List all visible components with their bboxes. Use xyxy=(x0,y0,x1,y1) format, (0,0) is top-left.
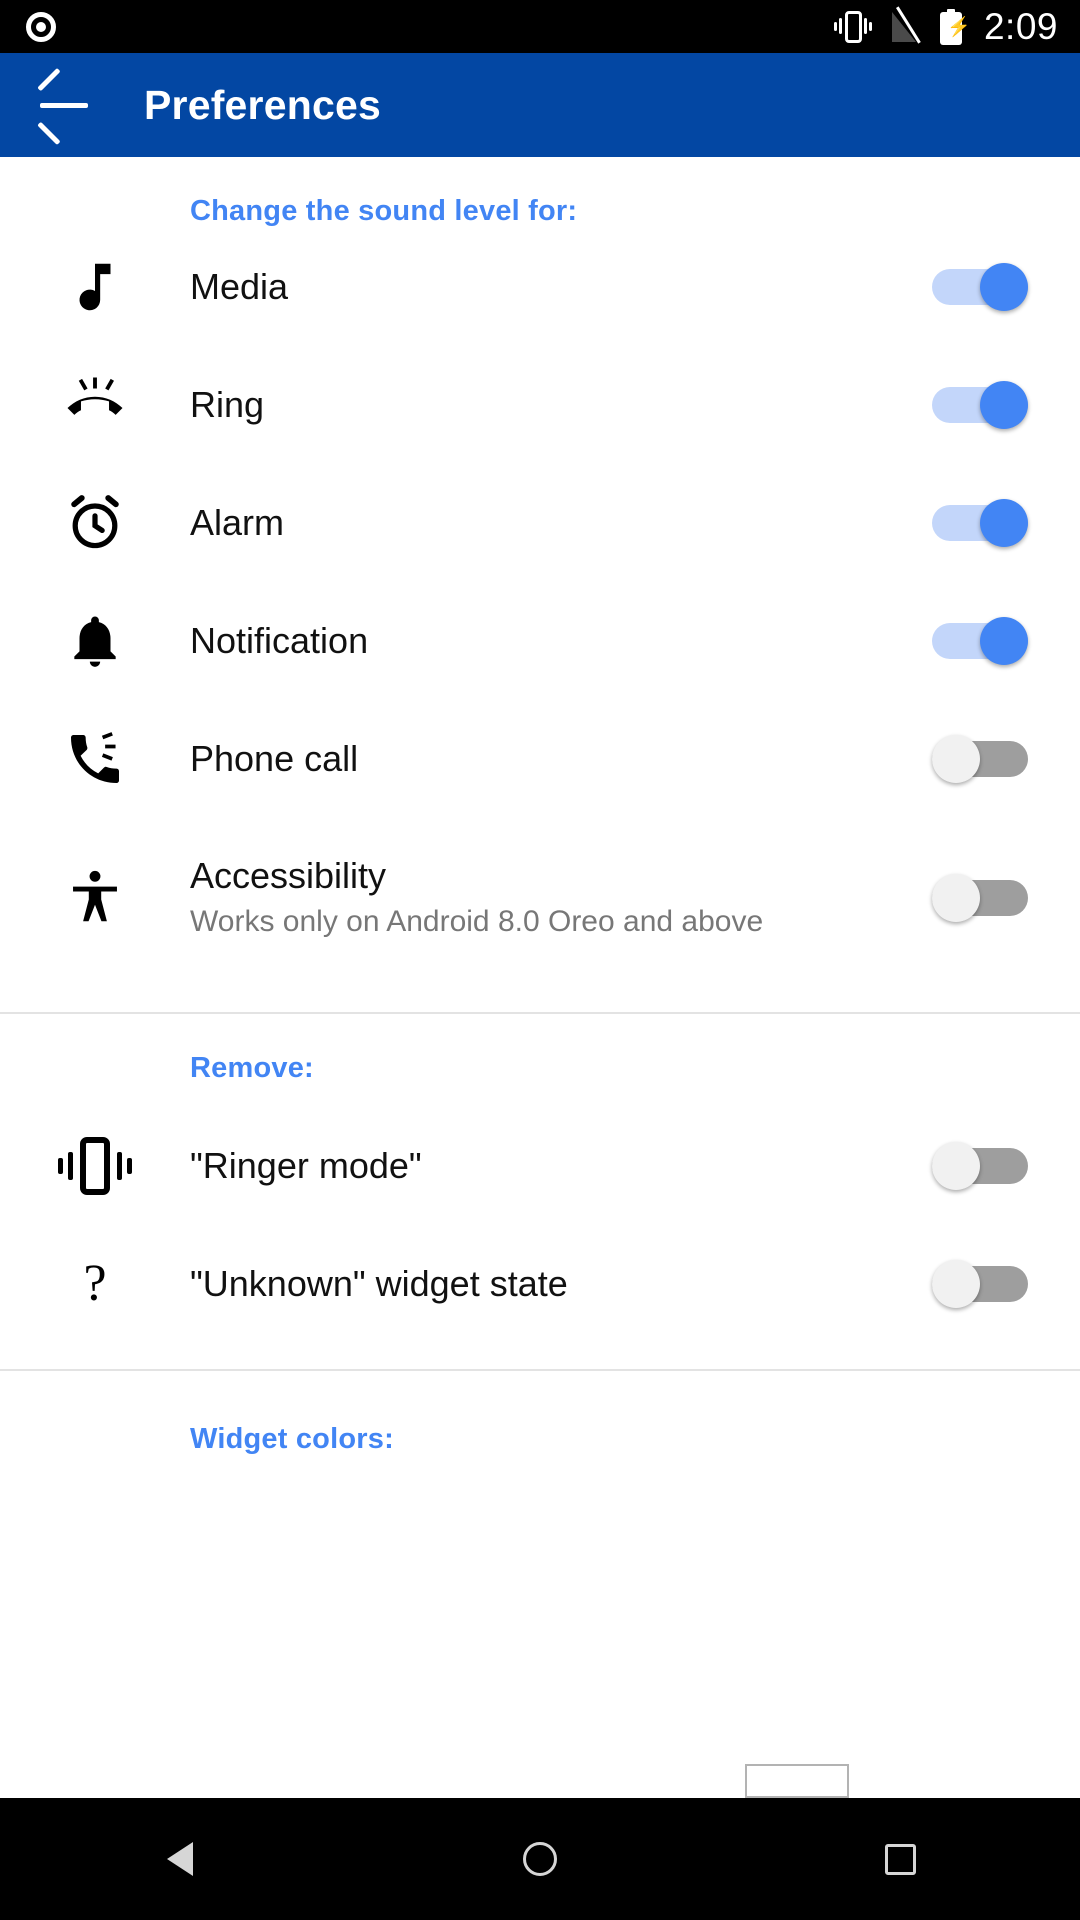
music-note-icon xyxy=(0,252,190,322)
pref-row-notification[interactable]: Notification xyxy=(0,582,1080,700)
section-header-widget-colors: Widget colors: xyxy=(190,1423,394,1455)
accessibility-icon xyxy=(0,862,190,934)
pref-row-accessibility[interactable]: Accessibility Works only on Android 8.0 … xyxy=(0,818,1080,978)
pref-label: Alarm xyxy=(190,502,285,544)
no-signal-icon xyxy=(890,5,922,45)
toggle-phone-call[interactable] xyxy=(932,735,1028,783)
toggle-alarm[interactable] xyxy=(932,499,1028,547)
recents-square-icon[interactable] xyxy=(830,1798,970,1920)
pref-row-alarm[interactable]: Alarm xyxy=(0,464,1080,582)
toggle-media[interactable] xyxy=(932,263,1028,311)
bell-icon xyxy=(0,607,190,675)
home-circle-icon[interactable] xyxy=(470,1798,610,1920)
section-header-remove: Remove: xyxy=(190,1052,314,1084)
pref-row-unknown-widget-state[interactable]: ? "Unknown" widget state xyxy=(0,1225,1080,1343)
pref-label: Ring xyxy=(190,384,265,426)
battery-charging-icon: ⚡ xyxy=(939,8,971,45)
vibrate-icon xyxy=(58,1133,132,1199)
toggle-notification[interactable] xyxy=(932,617,1028,665)
status-left-icons xyxy=(26,11,56,42)
vibrate-icon xyxy=(833,9,872,45)
color-swatch-preview[interactable] xyxy=(745,1764,849,1798)
pref-row-phone-call[interactable]: Phone call xyxy=(0,700,1080,818)
question-icon: ? xyxy=(83,1255,107,1312)
back-arrow-icon[interactable] xyxy=(28,67,100,146)
pref-row-media[interactable]: Media xyxy=(0,228,1080,346)
section-header-sound-level: Change the sound level for: xyxy=(190,195,578,227)
record-dot-icon xyxy=(26,11,56,42)
pref-row-ringer-mode[interactable]: "Ringer mode" xyxy=(0,1107,1080,1225)
pref-label: Notification xyxy=(190,620,369,662)
status-clock: 2:09 xyxy=(983,6,1058,47)
phone-screen: ⚡ 2:09 Preferences Change the sound leve… xyxy=(0,0,1080,1920)
status-bar: ⚡ 2:09 xyxy=(0,0,1080,53)
pref-sublabel: Works only on Android 8.0 Oreo and above xyxy=(190,904,764,938)
pref-label: "Unknown" widget state xyxy=(190,1263,568,1305)
pref-label: Phone call xyxy=(190,738,359,780)
toggle-unknown-widget-state[interactable] xyxy=(932,1260,1028,1308)
status-right-icons: ⚡ 2:09 xyxy=(833,5,1058,47)
navigation-bar xyxy=(0,1798,1080,1920)
pref-label: Accessibility xyxy=(190,855,387,897)
toggle-ringer-mode[interactable] xyxy=(932,1142,1028,1190)
toggle-accessibility[interactable] xyxy=(932,874,1028,922)
preferences-list: Change the sound level for: Media Ring A… xyxy=(0,157,1080,1456)
alarm-clock-icon xyxy=(0,490,190,556)
toggle-ring[interactable] xyxy=(932,381,1028,429)
pref-label: Media xyxy=(190,266,289,308)
back-triangle-icon[interactable] xyxy=(110,1798,250,1920)
pref-label: "Ringer mode" xyxy=(190,1145,422,1187)
phone-call-icon xyxy=(0,727,190,791)
pref-row-ring[interactable]: Ring xyxy=(0,346,1080,464)
ringing-phone-icon xyxy=(0,372,190,438)
app-bar: Preferences xyxy=(0,53,1080,157)
page-title: Preferences xyxy=(144,81,381,128)
